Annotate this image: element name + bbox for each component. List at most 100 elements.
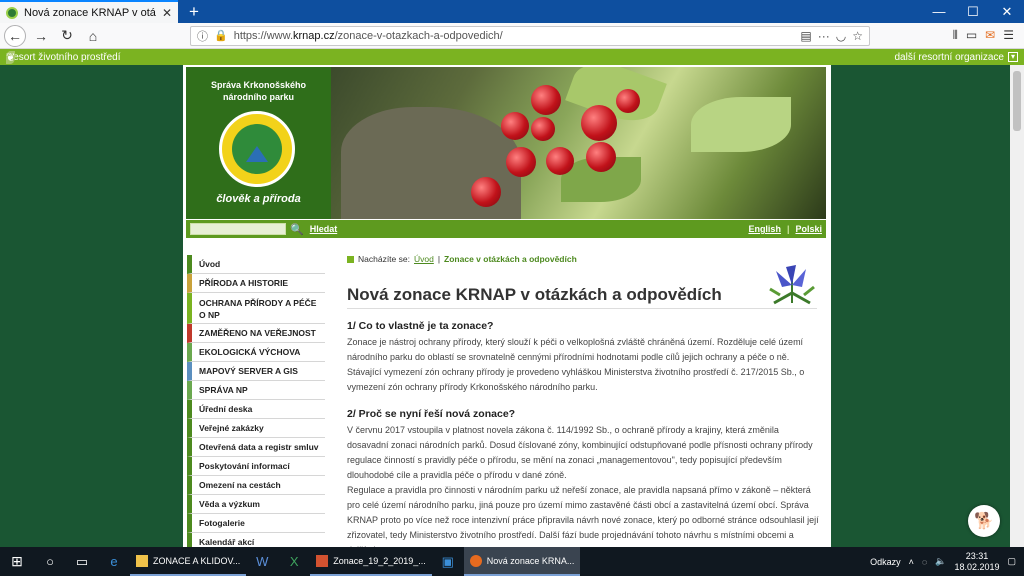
maximize-icon[interactable]: ☐	[956, 0, 990, 23]
page-actions-icon[interactable]: ···	[818, 29, 830, 43]
menu-item[interactable]: Věda a výzkum	[187, 495, 325, 514]
bookmark-star-icon[interactable]: ☆	[852, 29, 863, 43]
url-path: /zonace-v-otazkach-a-odpovedich/	[334, 29, 503, 42]
menu-item[interactable]: ZAMĚŘENO NA VEŘEJNOST	[187, 324, 325, 343]
question-2: 2/ Proč se nyní řeší nová zonace?	[347, 408, 516, 420]
firefox-icon	[469, 554, 482, 567]
close-window-icon[interactable]: ✕	[990, 0, 1024, 23]
browser-nav-bar: ← → ↻ ⌂ ⓘ 🔒 https://www.krnap.cz/zonace-…	[0, 23, 1024, 49]
browser-tab[interactable]: Nová zonace KRNAP v otázkách ✕	[0, 0, 178, 23]
breadcrumb-home-link[interactable]: Úvod	[414, 254, 434, 264]
taskbar-app-explorer-label: ZONACE A KLIDOV...	[153, 555, 241, 566]
pocket-icon[interactable]: ◡	[836, 29, 846, 43]
address-bar[interactable]: ⓘ 🔒 https://www.krnap.cz/zonace-v-otazka…	[190, 25, 870, 46]
powerpoint-icon	[316, 554, 329, 567]
menu-item[interactable]: SPRÁVA NP	[187, 381, 325, 400]
task-view-icon[interactable]: ▭	[66, 554, 98, 570]
search-input[interactable]	[190, 223, 286, 235]
lock-icon[interactable]: 🔒	[214, 29, 228, 42]
url-domain: krnap.cz	[293, 29, 335, 42]
menu-item[interactable]: Úvod	[187, 255, 325, 274]
logo-panel[interactable]: Správa Krkonošského národního parku člov…	[186, 67, 331, 219]
search-taskbar-icon[interactable]: ○	[34, 554, 66, 569]
breadcrumb: Nacházíte se: Úvod | Zonace v otázkách a…	[347, 254, 577, 264]
menu-item[interactable]: PŘÍRODA A HISTORIE	[187, 274, 325, 293]
folder-icon	[136, 554, 148, 567]
title-divider	[347, 308, 817, 309]
menu-item[interactable]: Omezení na cestách	[187, 476, 325, 495]
sidebar-icon[interactable]: ▭	[966, 28, 977, 43]
scrollbar-thumb[interactable]	[1013, 71, 1021, 131]
page-scrollbar[interactable]	[1010, 65, 1024, 547]
resort-leaf-icon: ❦	[6, 50, 16, 64]
taskbar-app-firefox[interactable]: Nová zonace KRNA...	[463, 547, 581, 576]
resort-bar: ❦ Resort životního prostředí další resor…	[0, 49, 1024, 65]
menu-item[interactable]: Poskytování informací	[187, 457, 325, 476]
network-icon[interactable]: ◌	[922, 557, 927, 567]
menu-icon[interactable]: ☰	[1003, 28, 1014, 43]
breadcrumb-icon	[347, 255, 354, 263]
chevron-up-icon[interactable]: ˄	[909, 557, 914, 567]
taskbar-app-powerpoint[interactable]: Zonace_19_2_2019_...	[310, 547, 432, 576]
question-1: 1/ Co to vlastně je ta zonace?	[347, 320, 494, 332]
mail-icon[interactable]: ✉	[985, 28, 995, 43]
lang-polish-link[interactable]: Polski	[795, 224, 822, 234]
clock-time: 23:31	[965, 550, 989, 561]
word-icon[interactable]: W	[246, 554, 278, 569]
url-prefix: https://www.	[233, 29, 293, 42]
home-button[interactable]: ⌂	[82, 25, 104, 47]
other-orgs-link[interactable]: další resortní organizace ▾	[894, 52, 1018, 63]
answer-2-paragraph-2: Regulace a pravidla pro činnosti v národ…	[347, 485, 819, 547]
window-controls: — ☐ ✕	[922, 0, 1024, 23]
volume-icon[interactable]: 🔈	[935, 556, 946, 567]
taskbar-app-firefox-label: Nová zonace KRNA...	[486, 555, 575, 566]
article-content: 1/ Co to vlastně je ta zonace? Zonace je…	[347, 319, 819, 547]
menu-item[interactable]: Otevřená data a registr smluv	[187, 438, 325, 457]
menu-item[interactable]: EKOLOGICKÁ VÝCHOVA	[187, 343, 325, 362]
menu-item[interactable]: Úřední deska	[187, 400, 325, 419]
clock[interactable]: 23:31 18.02.2019	[954, 551, 999, 573]
breadcrumb-separator: |	[437, 254, 441, 264]
chat-avatar-button[interactable]: 🐕	[968, 505, 1000, 537]
menu-item[interactable]: MAPOVÝ SERVER A GIS	[187, 362, 325, 381]
breadcrumb-current: Zonace v otázkách a odpovědích	[444, 254, 577, 264]
page-background: Správa Krkonošského národního parku člov…	[0, 65, 1010, 547]
url-text[interactable]: https://www.krnap.cz/zonace-v-otazkach-a…	[234, 30, 795, 42]
reader-view-icon[interactable]: ▤	[800, 29, 811, 43]
taskbar-app-powerpoint-label: Zonace_19_2_2019_...	[333, 555, 426, 566]
org-name: Správa Krkonošského národního parku	[186, 79, 331, 103]
start-button-icon[interactable]: ⊞	[0, 553, 34, 570]
back-button[interactable]: ←	[4, 24, 26, 47]
notifications-icon[interactable]: ▢	[1007, 556, 1016, 567]
excel-icon[interactable]: X	[278, 554, 310, 569]
menu-item[interactable]: Kalendář akcí	[187, 533, 325, 547]
resort-link[interactable]: Resort životního prostředí	[6, 52, 121, 63]
tab-title: Nová zonace KRNAP v otázkách	[24, 6, 156, 19]
search-button[interactable]: Hledat	[310, 224, 338, 234]
lang-english-link[interactable]: English	[748, 224, 781, 234]
forward-button[interactable]: →	[30, 25, 52, 47]
new-tab-button[interactable]: +	[182, 1, 206, 23]
library-icon[interactable]: ⫴	[953, 28, 958, 43]
menu-item[interactable]: Veřejné zakázky	[187, 419, 325, 438]
chevron-down-icon: ▾	[1008, 52, 1018, 62]
side-menu: Úvod PŘÍRODA A HISTORIE OCHRANA PŘÍRODY A …	[187, 255, 325, 547]
menu-item[interactable]: Fotogalerie	[187, 514, 325, 533]
reload-button[interactable]: ↻	[56, 25, 78, 47]
taskbar-app-explorer[interactable]: ZONACE A KLIDOV...	[130, 547, 247, 576]
windows-taskbar: ⊞ ○ ▭ e ZONACE A KLIDOV... W X Zonace_19…	[0, 547, 1024, 576]
close-tab-icon[interactable]: ✕	[162, 6, 172, 20]
system-tray: Odkazy ˄ ◌ 🔈 23:31 18.02.2019 ▢	[870, 551, 1024, 573]
search-icon[interactable]: 🔍	[290, 223, 304, 236]
menu-item[interactable]: OCHRANA PŘÍRODY A PÉČE O NP	[187, 293, 325, 324]
info-icon[interactable]: ⓘ	[197, 28, 208, 44]
krnap-logo-icon	[219, 111, 295, 187]
links-toolbar[interactable]: Odkazy	[870, 557, 901, 567]
other-orgs-label: další resortní organizace	[894, 51, 1004, 63]
org-name-line2: národního parku	[222, 92, 294, 102]
store-icon[interactable]: ▣	[432, 554, 464, 570]
header-banner: Správa Krkonošského národního parku člov…	[186, 67, 826, 219]
header-photo	[331, 67, 826, 219]
minimize-icon[interactable]: —	[922, 0, 956, 23]
edge-icon[interactable]: e	[98, 554, 130, 569]
